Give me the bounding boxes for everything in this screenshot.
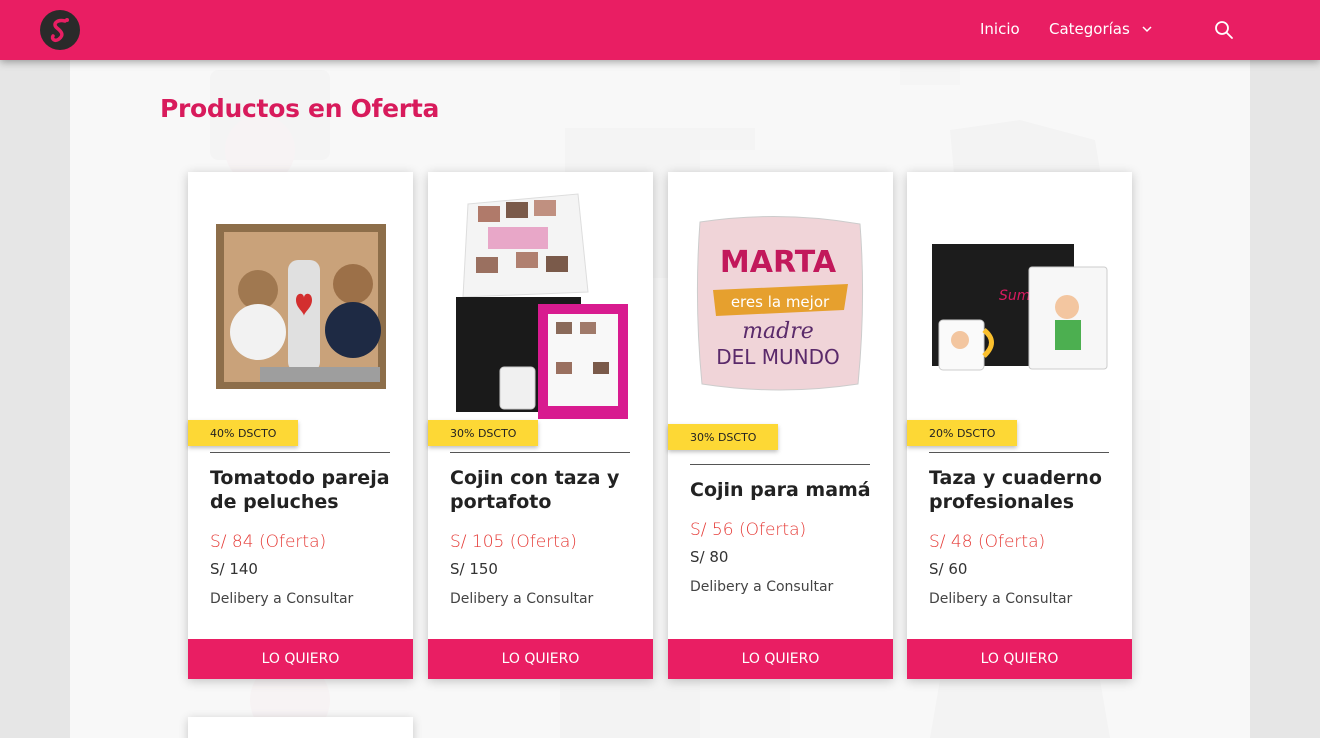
discount-badge: 40% DSCTO (188, 420, 299, 446)
pillow-madre-text: madre (742, 319, 814, 344)
offer-price: S/ 84 (Oferta) (210, 532, 327, 552)
divider (450, 452, 630, 453)
regular-price: S/ 150 (450, 560, 498, 578)
chevron-down-icon (1142, 25, 1152, 32)
discount-badge: 30% DSCTO (668, 424, 779, 450)
product-card[interactable]: 40% DSCTO Tomatodo pareja de peluches S/… (188, 172, 413, 679)
discount-badge: 20% DSCTO (907, 420, 1018, 446)
lo-quiero-button[interactable]: LO QUIERO (668, 639, 893, 679)
pillow-name-text: MARTA (720, 245, 837, 280)
product-card[interactable]: 30% DSCTO Cojin con taza y portafoto S/ … (428, 172, 653, 679)
regular-price: S/ 60 (929, 560, 968, 578)
delivery-note: Delibery a Consultar (210, 591, 354, 607)
delivery-note: Delibery a Consultar (450, 591, 594, 607)
nav-categorias-label: Categorías (1049, 20, 1130, 38)
product-image[interactable]: Sumini (907, 172, 1132, 432)
product-image[interactable] (188, 172, 413, 432)
regular-price: S/ 80 (690, 548, 729, 566)
search-icon[interactable] (1214, 20, 1234, 40)
section-title: Productos en Oferta (160, 94, 440, 123)
lo-quiero-button[interactable]: LO QUIERO (907, 639, 1132, 679)
divider (690, 464, 870, 465)
product-card[interactable]: Sumini 20% DSCTO Taza y cuaderno profesi… (907, 172, 1132, 679)
product-card[interactable]: MARTA eres la mejor madre DEL MUNDO 30% … (668, 172, 893, 679)
offer-price: S/ 105 (Oferta) (450, 532, 577, 552)
pillow-ribbon-text: eres la mejor (731, 293, 830, 311)
offer-price: S/ 56 (Oferta) (690, 520, 807, 540)
lo-quiero-button[interactable]: LO QUIERO (188, 639, 413, 679)
divider (210, 452, 390, 453)
pillow-mundo-text: DEL MUNDO (716, 345, 840, 369)
discount-badge: 30% DSCTO (428, 420, 539, 446)
product-image[interactable]: MARTA eres la mejor madre DEL MUNDO (668, 172, 893, 432)
divider (929, 452, 1109, 453)
product-title[interactable]: Cojin para mamá (690, 478, 875, 502)
delivery-note: Delibery a Consultar (690, 579, 834, 595)
delivery-note: Delibery a Consultar (929, 591, 1073, 607)
product-title[interactable]: Tomatodo pareja de peluches (210, 466, 395, 514)
nav-inicio-link[interactable]: Inicio (980, 20, 1020, 38)
product-title[interactable]: Taza y cuaderno profesionales (929, 466, 1114, 514)
product-title[interactable]: Cojin con taza y portafoto (450, 466, 635, 514)
nav-categorias-link[interactable]: Categorías (1049, 20, 1152, 38)
offer-price: S/ 48 (Oferta) (929, 532, 1046, 552)
top-navbar: Inicio Categorías (0, 0, 1320, 60)
product-card-next-row[interactable] (188, 717, 413, 738)
lo-quiero-button[interactable]: LO QUIERO (428, 639, 653, 679)
s-logo-icon[interactable] (40, 10, 80, 50)
regular-price: S/ 140 (210, 560, 258, 578)
product-image[interactable] (428, 172, 653, 432)
